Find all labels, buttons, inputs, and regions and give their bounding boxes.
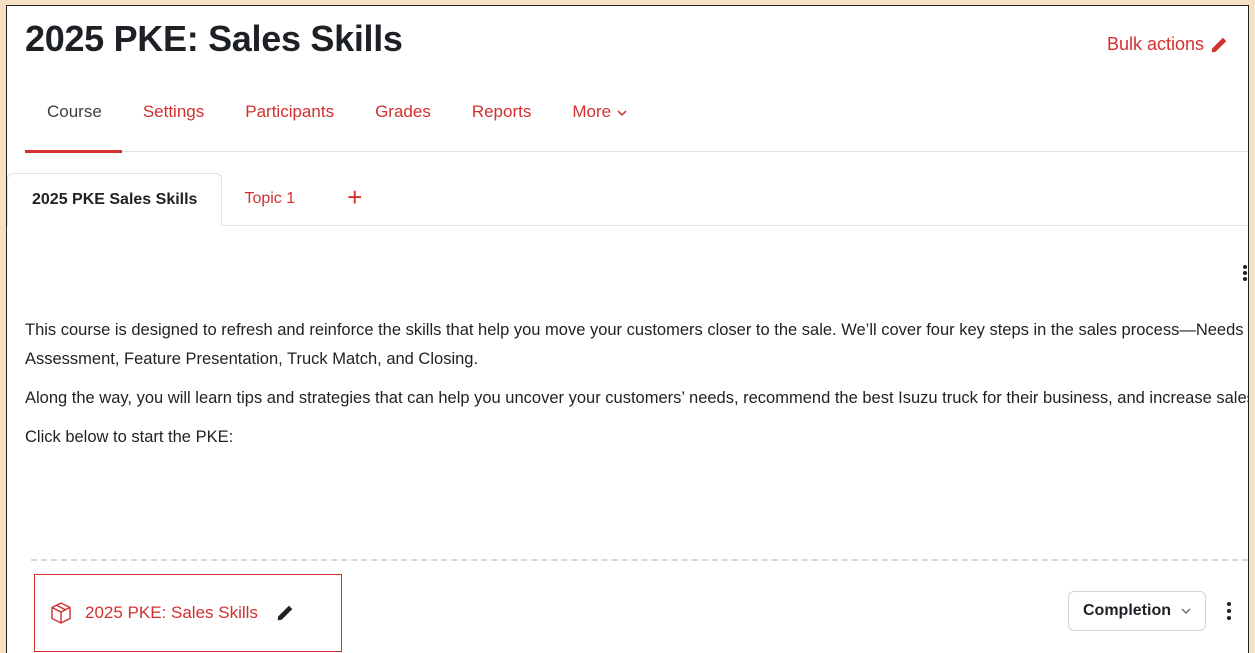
activity-menu-icon[interactable] [1226, 601, 1232, 621]
section-tabs: 2025 PKE Sales Skills Topic 1 + [7, 173, 1248, 226]
plus-icon: + [347, 181, 363, 212]
nav-reports-label: Reports [471, 102, 532, 121]
tab-general-label: 2025 PKE Sales Skills [32, 190, 198, 208]
bulk-actions-button[interactable]: Bulk actions [1107, 34, 1228, 55]
nav-participants[interactable]: Participants [245, 94, 334, 152]
summary-paragraph-2: Along the way, you will learn tips and s… [25, 389, 1249, 407]
package-icon [51, 602, 71, 624]
section-divider [31, 559, 1248, 561]
nav-settings-label: Settings [142, 102, 205, 121]
nav-grades-label: Grades [375, 102, 431, 121]
chevron-down-icon [1181, 608, 1191, 615]
bulk-actions-label: Bulk actions [1106, 34, 1204, 54]
nav-reports[interactable]: Reports [472, 94, 532, 152]
summary-paragraph-3: Click below to start the PKE: [25, 428, 234, 446]
activity-item: 2025 PKE: Sales Skills [34, 574, 342, 652]
completion-label: Completion [1083, 602, 1171, 619]
nav-settings[interactable]: Settings [143, 94, 204, 152]
tab-topic-1-label: Topic 1 [244, 190, 296, 207]
pencil-icon [1211, 37, 1227, 52]
chevron-down-icon [617, 110, 627, 117]
section-menu-icon[interactable] [1242, 264, 1248, 282]
nav-course-label: Course [47, 102, 102, 121]
page-title: 2025 PKE: Sales Skills [25, 18, 403, 59]
activity-link[interactable]: 2025 PKE: Sales Skills [85, 603, 258, 623]
nav-more-label: More [572, 102, 612, 121]
tab-topic-1[interactable]: Topic 1 [222, 173, 317, 225]
nav-participants-label: Participants [245, 102, 335, 121]
nav-grades[interactable]: Grades [375, 94, 431, 152]
section-summary: This course is designed to refresh and r… [25, 316, 1249, 462]
summary-paragraph-1: This course is designed to refresh and r… [25, 321, 1244, 368]
add-section-button[interactable]: + [317, 173, 378, 225]
course-nav: Course Settings Participants Grades Repo… [25, 94, 1248, 153]
completion-dropdown[interactable]: Completion [1068, 591, 1206, 631]
nav-course[interactable]: Course [25, 94, 122, 153]
tab-general[interactable]: 2025 PKE Sales Skills [7, 173, 223, 226]
nav-more[interactable]: More [572, 94, 627, 152]
course-page: 2025 PKE: Sales Skills Bulk actions Cour… [6, 5, 1249, 653]
edit-title-pencil-icon[interactable] [276, 604, 294, 622]
